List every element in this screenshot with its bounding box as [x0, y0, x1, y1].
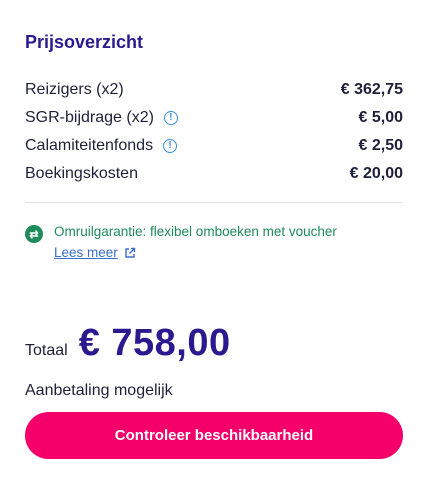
section-title: Prijsoverzicht	[25, 32, 144, 52]
external-link-icon	[125, 247, 135, 258]
total: Totaal € 758,00	[25, 322, 231, 365]
price-row-value: € 2,50	[358, 137, 403, 154]
price-row-label: Boekingskosten	[25, 165, 138, 182]
guarantee-text: Omruilgarantie: flexibel omboeken met vo…	[54, 224, 337, 239]
price-row-calamity-fund: Calamiteitenfonds ! € 2,50	[25, 132, 403, 160]
total-label: Totaal	[25, 342, 68, 359]
price-row-label: SGR-bijdrage (x2)	[25, 109, 154, 126]
price-row-booking-fee: Boekingskosten € 20,00	[25, 160, 403, 188]
total-value: € 758,00	[78, 322, 231, 364]
price-overview-card: Prijsoverzicht Reizigers (x2) € 362,75 S…	[0, 0, 423, 480]
divider	[25, 202, 403, 203]
read-more-link[interactable]: Lees meer	[54, 245, 136, 260]
info-icon[interactable]: !	[163, 139, 178, 153]
price-rows: Reizigers (x2) € 362,75 SGR-bijdrage (x2…	[25, 76, 403, 188]
price-row-value: € 5,00	[358, 109, 403, 126]
price-row-value: € 20,00	[349, 165, 403, 182]
read-more-label: Lees meer	[54, 245, 118, 260]
price-row-sgr: SGR-bijdrage (x2) ! € 5,00	[25, 104, 403, 132]
check-availability-button[interactable]: Controleer beschikbaarheid	[25, 412, 403, 459]
deposit-note: Aanbetaling mogelijk	[25, 382, 173, 399]
price-row-label: Calamiteitenfonds	[25, 137, 154, 154]
price-row-value: € 362,75	[340, 81, 403, 98]
exchange-icon: ⇄	[25, 225, 43, 243]
price-row-travelers: Reizigers (x2) € 362,75	[25, 76, 403, 104]
info-icon[interactable]: !	[163, 111, 178, 125]
price-row-label: Reizigers (x2)	[25, 81, 124, 98]
